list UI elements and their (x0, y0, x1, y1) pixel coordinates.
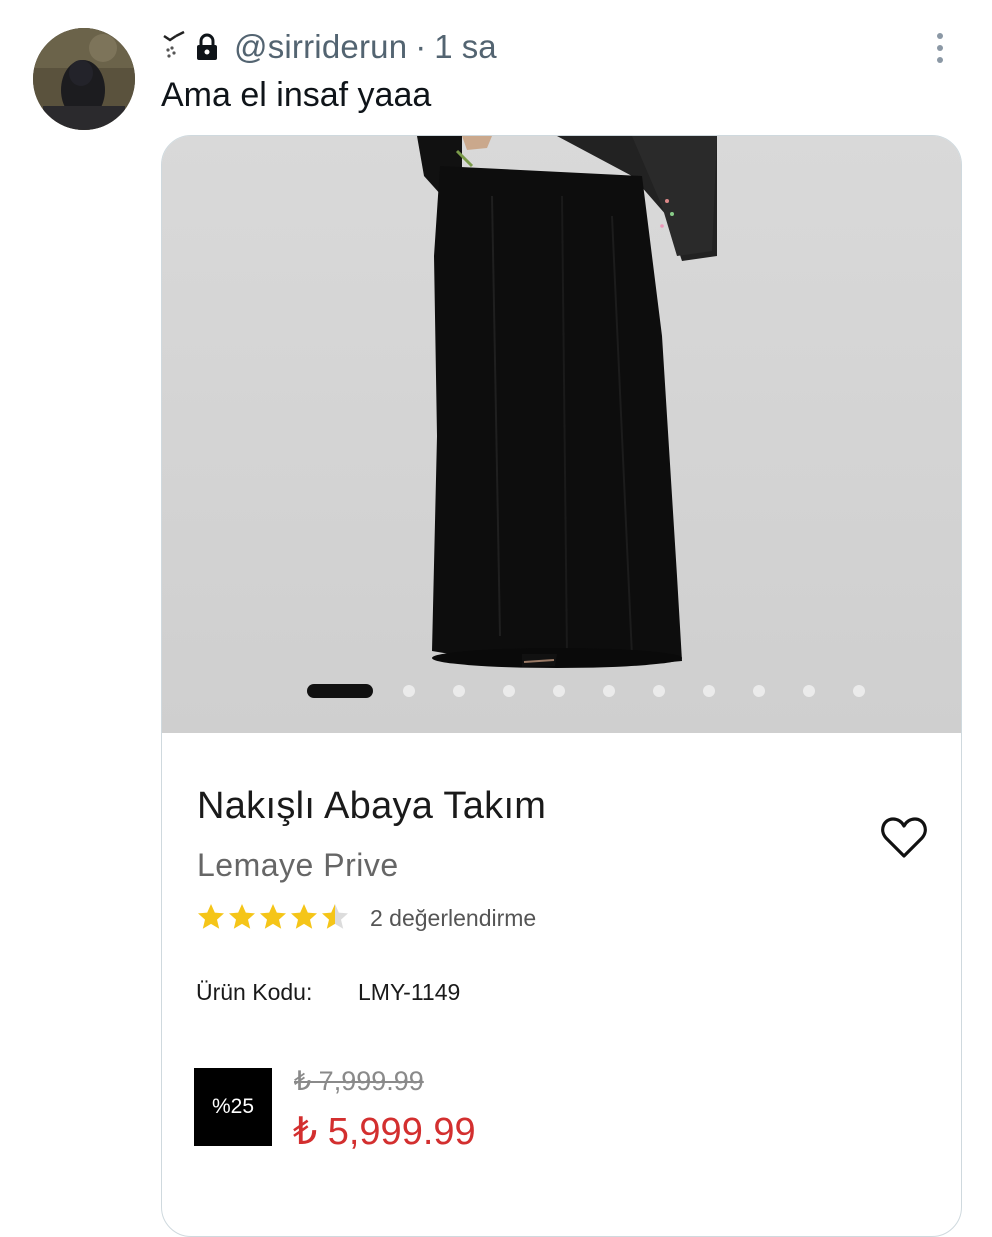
carousel-dot-active[interactable] (307, 684, 373, 698)
star-icon (260, 904, 286, 929)
carousel-dot[interactable] (853, 685, 865, 697)
heart-icon[interactable] (880, 816, 928, 860)
carousel-dot[interactable] (503, 685, 515, 697)
lock-icon (197, 33, 217, 60)
carousel-dot[interactable] (603, 685, 615, 697)
more-vertical-icon[interactable] (930, 30, 950, 66)
product-title[interactable]: Nakışlı Abaya Takım (197, 785, 546, 828)
star-icon (322, 904, 348, 929)
product-code-label: Ürün Kodu: (196, 979, 313, 1005)
product-photo[interactable] (162, 136, 961, 733)
product-code-value: LMY-1149 (358, 979, 461, 1005)
product-card[interactable]: Nakışlı Abaya Takım Lemaye Prive 2 değer… (161, 135, 962, 1237)
carousel-dot[interactable] (653, 685, 665, 697)
user-handle[interactable]: @sirriderun (234, 28, 407, 66)
carousel-dot[interactable] (403, 685, 415, 697)
rating-stars (196, 902, 351, 932)
carousel-dot[interactable] (753, 685, 765, 697)
carousel-dot[interactable] (553, 685, 565, 697)
bird-emoji-icon (163, 30, 185, 58)
star-icon (198, 904, 224, 929)
tweet-time[interactable]: 1 sa (434, 28, 496, 66)
avatar[interactable] (33, 28, 135, 130)
old-price: ₺ 7,999.99 (294, 1066, 424, 1096)
current-price: ₺ 5,999.99 (293, 1111, 476, 1153)
tweet-text: Ama el insaf yaaa (161, 76, 432, 114)
tweet-header: @sirriderun · 1 sa (160, 22, 497, 72)
carousel-dot[interactable] (703, 685, 715, 697)
separator: · (415, 28, 427, 65)
carousel-dot[interactable] (453, 685, 465, 697)
product-brand[interactable]: Lemaye Prive (197, 847, 399, 884)
review-count[interactable]: 2 değerlendirme (370, 905, 536, 932)
carousel-indicator[interactable] (162, 680, 961, 702)
discount-badge: %25 (194, 1068, 272, 1146)
star-icon (291, 904, 317, 929)
carousel-dot[interactable] (803, 685, 815, 697)
star-icon (229, 904, 255, 929)
